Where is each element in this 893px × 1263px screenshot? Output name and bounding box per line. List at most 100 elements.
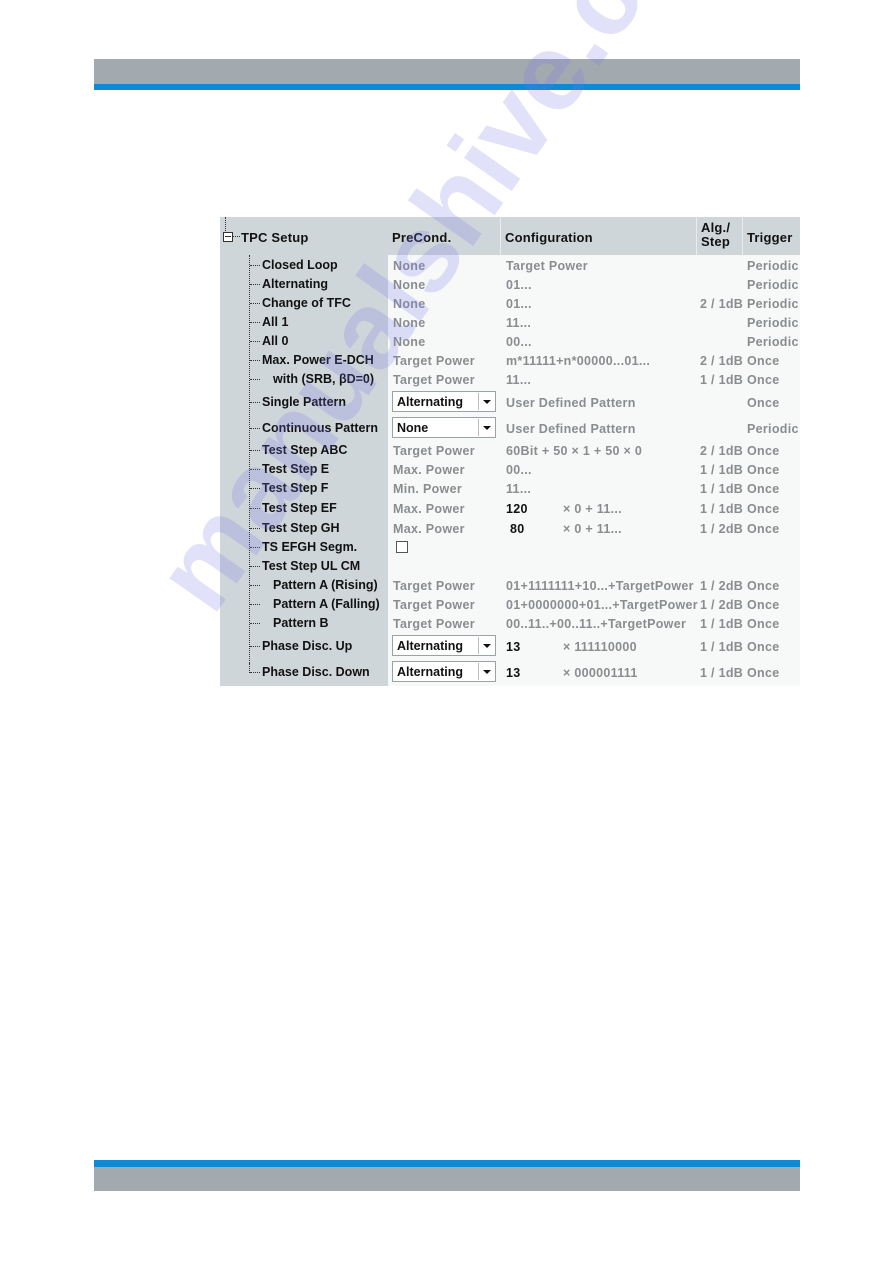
row-label: Continuous Pattern	[262, 421, 378, 435]
row-label: TS EFGH Segm.	[262, 540, 358, 554]
config-value: 01...	[506, 297, 532, 311]
tree-connector	[250, 428, 260, 429]
precond-dropdown[interactable]: None	[392, 417, 496, 438]
trigger-value: Once	[747, 482, 780, 496]
row-label: Test Step GH	[262, 521, 340, 535]
tree-connector	[250, 508, 260, 509]
tree-connector	[250, 566, 260, 567]
table-row[interactable]: Max. Power E-DCH Target Power m*11111+n*…	[220, 352, 800, 371]
table-row[interactable]: Pattern B Target Power 00..11..+00..11..…	[220, 615, 800, 634]
header-alg-step-line1: Alg./	[701, 220, 731, 235]
config-value: Target Power	[506, 259, 588, 273]
table-row[interactable]: Test Step GH Max. Power 80 × 0 + 11... 1…	[220, 520, 800, 539]
alg-step-value: 1 / 1dB	[700, 463, 744, 477]
trigger-value: Periodic	[747, 422, 799, 436]
config-value: 01+1111111+10...+TargetPower	[506, 579, 694, 593]
header-precond: PreCond.	[392, 230, 452, 245]
header-alg-step: Alg./ Step	[701, 221, 730, 249]
table-row[interactable]: Pattern A (Falling) Target Power 01+0000…	[220, 596, 800, 615]
config-value: 01...	[506, 278, 532, 292]
chevron-down-icon[interactable]	[478, 419, 494, 436]
tree-connector	[250, 528, 260, 529]
precond-value: None	[393, 259, 426, 273]
alg-step-value: 2 / 1dB	[700, 297, 744, 311]
table-row[interactable]: Alternating None 01... Periodic	[220, 276, 800, 295]
row-label: All 0	[262, 334, 289, 348]
tree-connector	[250, 547, 260, 548]
table-row[interactable]: Phase Disc. Down Alternating 13 × 000001…	[220, 661, 800, 683]
header-trigger: Trigger	[747, 230, 793, 245]
config-count-input[interactable]: 80	[510, 522, 525, 536]
config-count-input[interactable]: 120	[506, 502, 528, 516]
precond-value: Target Power	[393, 598, 475, 612]
tree-connector	[250, 623, 260, 624]
tree-root-label[interactable]: TPC Setup	[241, 230, 309, 245]
tree-connector	[250, 604, 260, 605]
table-row[interactable]: All 1 None 11... Periodic	[220, 314, 800, 333]
tree-connector	[250, 469, 260, 470]
tree-connector	[250, 341, 260, 342]
table-row[interactable]: with (SRB, βD=0) Target Power 11... 1 / …	[220, 371, 800, 390]
dropdown-value: None	[397, 421, 429, 435]
tree-connector	[250, 284, 260, 285]
table-row[interactable]: All 0 None 00... Periodic	[220, 333, 800, 352]
config-value: × 111110000	[563, 640, 637, 654]
config-value: 00..11..+00..11..+TargetPower	[506, 617, 687, 631]
alg-step-value: 1 / 1dB	[700, 666, 744, 680]
trigger-value: Once	[747, 617, 780, 631]
row-label: Pattern A (Rising)	[273, 578, 378, 592]
precond-value: Target Power	[393, 444, 475, 458]
row-label: Alternating	[262, 277, 328, 291]
table-row[interactable]: Single Pattern Alternating User Defined …	[220, 391, 800, 413]
chevron-down-icon[interactable]	[478, 663, 494, 680]
config-count-input[interactable]: 13	[506, 666, 521, 680]
table-row[interactable]: Test Step EF Max. Power 120 × 0 + 11... …	[220, 500, 800, 519]
table-row[interactable]: Change of TFC None 01... 2 / 1dB Periodi…	[220, 295, 800, 314]
table-row[interactable]: Pattern A (Rising) Target Power 01+11111…	[220, 577, 800, 596]
precond-dropdown[interactable]: Alternating	[392, 391, 496, 412]
config-value: 01+0000000+01...+TargetPower	[506, 598, 698, 612]
table-row[interactable]: Closed Loop None Target Power Periodic	[220, 257, 800, 276]
config-value: × 000001111	[563, 666, 638, 680]
row-label: Phase Disc. Up	[262, 639, 353, 653]
row-label: Closed Loop	[262, 258, 338, 272]
config-value: 00...	[506, 335, 532, 349]
table-row[interactable]: Phase Disc. Up Alternating 13 × 11111000…	[220, 635, 800, 657]
precond-value: Max. Power	[393, 522, 465, 536]
trigger-value: Once	[747, 598, 780, 612]
row-label: Test Step ABC	[262, 443, 348, 457]
dropdown-value: Alternating	[397, 639, 463, 653]
config-value: 11...	[506, 482, 532, 496]
trigger-value: Once	[747, 463, 780, 477]
precond-value: Max. Power	[393, 502, 465, 516]
precond-value: Target Power	[393, 373, 475, 387]
table-row[interactable]: Test Step F Min. Power 11... 1 / 1dB Onc…	[220, 480, 800, 499]
tree-connector	[250, 402, 260, 403]
chevron-down-icon[interactable]	[478, 637, 494, 654]
table-row[interactable]: Test Step UL CM	[220, 558, 800, 577]
trigger-value: Periodic	[747, 259, 799, 273]
precond-value: None	[393, 278, 426, 292]
chevron-down-icon[interactable]	[478, 393, 494, 410]
precond-value: Target Power	[393, 354, 475, 368]
alg-step-value: 1 / 2dB	[700, 579, 744, 593]
row-label: Test Step EF	[262, 501, 337, 515]
segmentation-checkbox[interactable]	[396, 541, 408, 553]
table-row[interactable]: TS EFGH Segm.	[220, 539, 800, 558]
table-row[interactable]: Test Step E Max. Power 00... 1 / 1dB Onc…	[220, 461, 800, 480]
precond-dropdown[interactable]: Alternating	[392, 661, 496, 682]
config-value: 11...	[506, 373, 532, 387]
table-row[interactable]: Test Step ABC Target Power 60Bit + 50 × …	[220, 442, 800, 461]
trigger-value: Periodic	[747, 278, 799, 292]
precond-value: Target Power	[393, 617, 475, 631]
header-alg-step-line2: Step	[701, 234, 730, 249]
row-label: Change of TFC	[262, 296, 351, 310]
precond-value: None	[393, 335, 426, 349]
tree-connector	[250, 379, 260, 380]
trigger-value: Once	[747, 666, 780, 680]
config-count-input[interactable]: 13	[506, 640, 521, 654]
precond-dropdown[interactable]: Alternating	[392, 635, 496, 656]
trigger-value: Once	[747, 444, 780, 458]
table-row[interactable]: Continuous Pattern None User Defined Pat…	[220, 417, 800, 439]
collapse-icon[interactable]	[223, 232, 233, 242]
